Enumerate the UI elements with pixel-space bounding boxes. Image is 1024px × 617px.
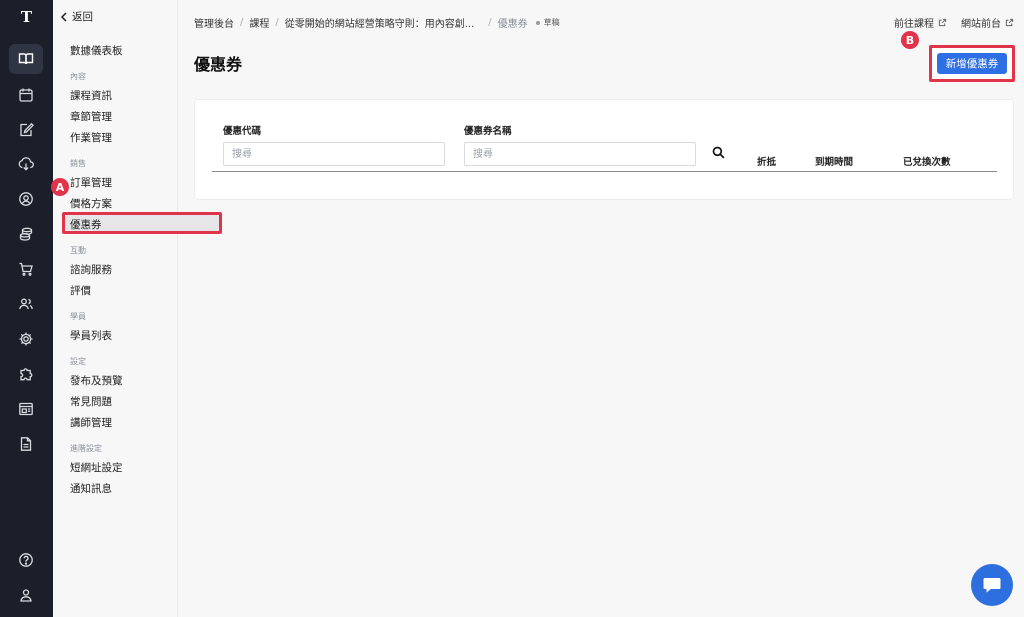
account-icon[interactable] xyxy=(9,580,43,610)
breadcrumb-admin[interactable]: 管理後台 xyxy=(194,15,234,30)
breadcrumb-separator: / xyxy=(275,17,279,28)
go-to-course-label: 前往課程 xyxy=(894,19,934,30)
back-label: 返回 xyxy=(72,11,93,23)
coupon-code-label: 優惠代碼 xyxy=(223,126,262,137)
column-header-redemptions[interactable]: 已兌換次數 xyxy=(903,154,951,168)
top-links: 前往課程 網站前台 xyxy=(894,15,1014,30)
book-icon[interactable] xyxy=(9,44,43,74)
coins-icon[interactable] xyxy=(9,219,43,249)
coupon-name-label: 優惠券名稱 xyxy=(464,126,512,137)
go-to-course-link[interactable]: 前往課程 xyxy=(894,15,947,30)
site-frontend-link[interactable]: 網站前台 xyxy=(961,15,1014,30)
user-circle-icon[interactable] xyxy=(9,184,43,214)
column-header-discount[interactable]: 折抵 xyxy=(757,154,776,168)
sidebar-item-dashboard[interactable]: 數據儀表板 xyxy=(70,43,123,58)
status-label: 草稿 xyxy=(543,18,560,27)
gear-icon[interactable] xyxy=(9,324,43,354)
breadcrumb: 管理後台 / 課程 / 從零開始的網站經營策略守則：用內容創... / 優惠券 … xyxy=(194,15,560,30)
annotation-badge-b: B xyxy=(901,31,919,49)
sidebar-item-reviews[interactable]: 評價 xyxy=(70,283,91,298)
sidebar-group-students: 學員 xyxy=(70,312,86,321)
back-link[interactable]: 返回 xyxy=(60,9,93,24)
search-button[interactable] xyxy=(708,142,728,162)
sidebar-group-interaction: 互動 xyxy=(70,246,86,255)
chevron-left-icon xyxy=(60,11,67,22)
breadcrumb-courses[interactable]: 課程 xyxy=(249,15,269,30)
sidebar-item-student-list[interactable]: 學員列表 xyxy=(70,328,112,343)
search-icon xyxy=(712,146,724,158)
sidebar-group-settings: 設定 xyxy=(70,357,86,366)
sidebar-item-publish[interactable]: 發布及預覽 xyxy=(70,373,123,388)
calendar-icon[interactable] xyxy=(9,80,43,110)
site-frontend-label: 網站前台 xyxy=(961,19,1001,30)
status-badge: 草稿 xyxy=(535,17,560,28)
puzzle-icon[interactable] xyxy=(9,359,43,389)
breadcrumb-separator: / xyxy=(240,17,244,28)
sidebar-item-instructors[interactable]: 講師管理 xyxy=(70,415,112,430)
new-coupon-highlight: 新增優惠券 xyxy=(929,45,1015,82)
sidebar-item-consulting[interactable]: 諮詢服務 xyxy=(70,262,112,277)
sidebar-item-coupons[interactable]: 優惠券 xyxy=(70,217,102,232)
sidebar-group-sales: 銷售 xyxy=(70,159,86,168)
sidebar-item-course-info[interactable]: 課程資訊 xyxy=(70,88,112,103)
main-content: 管理後台 / 課程 / 從零開始的網站經營策略守則：用內容創... / 優惠券 … xyxy=(178,0,1024,617)
course-sidebar: 返回 數據儀表板 內容 課程資訊 章節管理 作業管理 銷售 訂單管理 價格方案 … xyxy=(53,0,222,617)
chat-bubble-icon xyxy=(983,578,1001,593)
coupon-filter-card: 優惠代碼 優惠券名稱 折抵 到期時間 已兌換次數 xyxy=(194,99,1014,200)
column-header-expiry[interactable]: 到期時間 xyxy=(815,154,853,168)
download-icon[interactable] xyxy=(9,149,43,179)
users-icon[interactable] xyxy=(9,289,43,319)
sidebar-group-content: 內容 xyxy=(70,72,86,81)
coupon-code-search-input[interactable] xyxy=(223,142,445,166)
breadcrumb-course-name[interactable]: 從零開始的網站經營策略守則：用內容創... xyxy=(285,15,475,30)
cart-icon[interactable] xyxy=(9,254,43,284)
sidebar-item-assignments[interactable]: 作業管理 xyxy=(70,130,112,145)
sidebar-item-pricing[interactable]: 價格方案 xyxy=(70,196,112,211)
external-link-icon xyxy=(1005,18,1014,27)
logo[interactable]: T xyxy=(0,8,53,26)
sidebar-item-orders[interactable]: 訂單管理 xyxy=(70,175,112,190)
page-title: 優惠券 xyxy=(194,55,243,74)
sidebar-item-faq[interactable]: 常見問題 xyxy=(70,394,112,409)
edit-icon[interactable] xyxy=(9,115,43,145)
sidebar-group-advanced: 進階設定 xyxy=(70,444,102,453)
coupon-name-search-input[interactable] xyxy=(464,142,696,166)
status-dot-icon xyxy=(535,20,540,25)
layout-icon[interactable] xyxy=(9,394,43,424)
sidebar-item-chapters[interactable]: 章節管理 xyxy=(70,109,112,124)
external-link-icon xyxy=(938,18,947,27)
new-coupon-button[interactable]: 新增優惠券 xyxy=(937,53,1007,74)
breadcrumb-current: 優惠券 xyxy=(497,19,528,30)
help-icon[interactable] xyxy=(9,545,43,575)
annotation-badge-a: A xyxy=(51,178,69,196)
sidebar-item-notifications[interactable]: 通知訊息 xyxy=(70,481,112,496)
table-header-divider xyxy=(212,171,997,172)
breadcrumb-separator: / xyxy=(488,17,492,28)
icon-rail: T xyxy=(0,0,53,617)
document-icon[interactable] xyxy=(9,429,43,459)
chat-button[interactable] xyxy=(971,564,1013,606)
sidebar-item-short-url[interactable]: 短網址設定 xyxy=(70,460,123,475)
